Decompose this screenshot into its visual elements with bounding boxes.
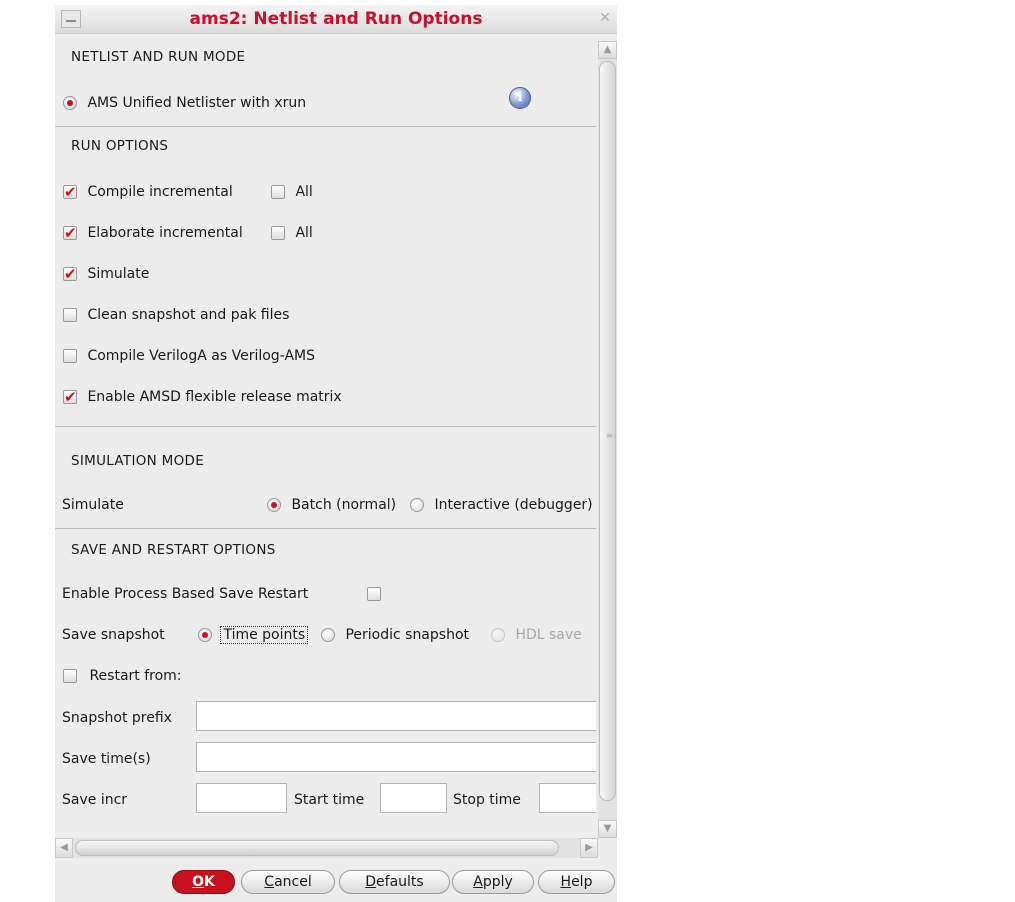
restart-from-label: Restart from:	[89, 668, 182, 684]
grip-icon: ≡	[606, 431, 613, 440]
compile-all-label: All	[295, 184, 313, 200]
start-time-label: Start time	[294, 792, 365, 808]
elaborate-incremental-label: Elaborate incremental	[87, 225, 243, 241]
scroll-left-icon[interactable]: ◀	[55, 838, 73, 858]
help-button[interactable]: Help	[538, 870, 615, 894]
netlist-run-options-dialog: ams2: Netlist and Run Options ✕ NETLIST …	[55, 5, 617, 902]
vertical-scrollbar[interactable]: ▲ ≡ ▼	[598, 41, 617, 838]
restart-from-checkbox[interactable]	[63, 669, 77, 683]
periodic-snapshot-option[interactable]: Periodic snapshot	[321, 624, 469, 646]
time-points-radio[interactable]	[198, 628, 212, 642]
compile-all-checkbox[interactable]	[271, 185, 285, 199]
enable-amsd-option[interactable]: Enable AMSD flexible release matrix	[63, 386, 342, 408]
elaborate-all-checkbox[interactable]	[271, 226, 285, 240]
scroll-up-icon[interactable]: ▲	[598, 41, 617, 59]
compile-all-option[interactable]: All	[271, 181, 313, 203]
periodic-snapshot-radio[interactable]	[321, 628, 335, 642]
netlister-option[interactable]: AMS Unified Netlister with xrun	[63, 92, 306, 114]
snapshot-prefix-label: Snapshot prefix	[62, 710, 172, 726]
run-options-header: RUN OPTIONS	[71, 138, 169, 154]
interactive-radio[interactable]	[410, 498, 424, 512]
horizontal-scrollbar[interactable]: ◀ ▶	[55, 838, 598, 858]
scroll-right-icon[interactable]: ▶	[580, 838, 598, 858]
compile-incremental-option[interactable]: Compile incremental	[63, 181, 233, 203]
ok-button[interactable]: OK	[172, 870, 235, 894]
batch-radio[interactable]	[267, 498, 281, 512]
interactive-option[interactable]: Interactive (debugger)	[410, 494, 593, 516]
stop-time-input[interactable]	[539, 783, 596, 813]
info-icon[interactable]: i	[509, 87, 531, 109]
simulate-label: Simulate	[87, 266, 150, 282]
vertical-scroll-thumb[interactable]: ≡	[599, 61, 616, 801]
restart-from-option[interactable]: Restart from:	[63, 665, 182, 687]
horizontal-scroll-thumb[interactable]	[75, 840, 559, 856]
hdl-save-option: HDL save	[491, 624, 582, 646]
minimize-icon[interactable]	[61, 10, 81, 28]
apply-button[interactable]: Apply	[452, 870, 534, 894]
netlist-section-header: NETLIST AND RUN MODE	[71, 49, 246, 65]
save-incr-input[interactable]	[196, 783, 287, 813]
interactive-label: Interactive (debugger)	[434, 497, 593, 513]
button-bar: OK Cancel Defaults Apply Help	[55, 861, 617, 902]
title-bar: ams2: Netlist and Run Options ✕	[55, 5, 617, 34]
enable-process-checkbox[interactable]	[367, 587, 381, 601]
save-snapshot-label: Save snapshot	[62, 627, 165, 643]
save-restart-header: SAVE AND RESTART OPTIONS	[71, 542, 276, 558]
clean-snapshot-label: Clean snapshot and pak files	[87, 307, 290, 323]
enable-amsd-checkbox[interactable]	[63, 386, 77, 408]
enable-process-option[interactable]	[367, 583, 381, 605]
simulation-mode-header: SIMULATION MODE	[71, 453, 205, 469]
periodic-snapshot-label: Periodic snapshot	[345, 627, 469, 643]
enable-amsd-label: Enable AMSD flexible release matrix	[87, 389, 342, 405]
window-title: ams2: Netlist and Run Options	[189, 9, 483, 29]
simulate-option[interactable]: Simulate	[63, 263, 149, 285]
snapshot-prefix-input[interactable]	[196, 701, 596, 731]
elaborate-all-option[interactable]: All	[271, 222, 313, 244]
stop-time-label: Stop time	[453, 792, 521, 808]
elaborate-incremental-option[interactable]: Elaborate incremental	[63, 222, 243, 244]
time-points-option[interactable]: Time points	[198, 624, 309, 646]
save-times-input[interactable]	[196, 742, 596, 772]
clean-snapshot-checkbox[interactable]	[63, 308, 77, 322]
options-panel: NETLIST AND RUN MODE AMS Unified Netlist…	[55, 34, 596, 834]
divider	[55, 126, 596, 127]
simulate-mode-label: Simulate	[62, 497, 124, 513]
save-incr-label: Save incr	[62, 792, 128, 808]
elaborate-incremental-checkbox[interactable]	[63, 222, 77, 244]
divider	[55, 426, 596, 427]
scroll-down-icon[interactable]: ▼	[598, 820, 617, 838]
compile-incremental-label: Compile incremental	[87, 184, 233, 200]
hdl-save-label: HDL save	[515, 627, 582, 643]
netlister-radio[interactable]	[63, 96, 77, 110]
simulate-checkbox[interactable]	[63, 263, 77, 285]
compile-incremental-checkbox[interactable]	[63, 181, 77, 203]
close-icon[interactable]: ✕	[597, 10, 613, 26]
elaborate-all-label: All	[295, 225, 313, 241]
compile-veriloga-option[interactable]: Compile VerilogA as Verilog-AMS	[63, 345, 315, 367]
batch-label: Batch (normal)	[291, 497, 397, 513]
compile-veriloga-label: Compile VerilogA as Verilog-AMS	[87, 348, 315, 364]
batch-option[interactable]: Batch (normal)	[267, 494, 396, 516]
cancel-button[interactable]: Cancel	[241, 870, 335, 894]
hdl-save-radio	[491, 628, 505, 642]
defaults-button[interactable]: Defaults	[339, 870, 450, 894]
netlister-label: AMS Unified Netlister with xrun	[87, 95, 307, 111]
start-time-input[interactable]	[380, 783, 447, 813]
time-points-label: Time points	[220, 626, 309, 644]
divider	[55, 528, 596, 529]
clean-snapshot-option[interactable]: Clean snapshot and pak files	[63, 304, 289, 326]
compile-veriloga-checkbox[interactable]	[63, 349, 77, 363]
save-times-label: Save time(s)	[62, 751, 151, 767]
enable-process-label: Enable Process Based Save Restart	[62, 586, 309, 602]
